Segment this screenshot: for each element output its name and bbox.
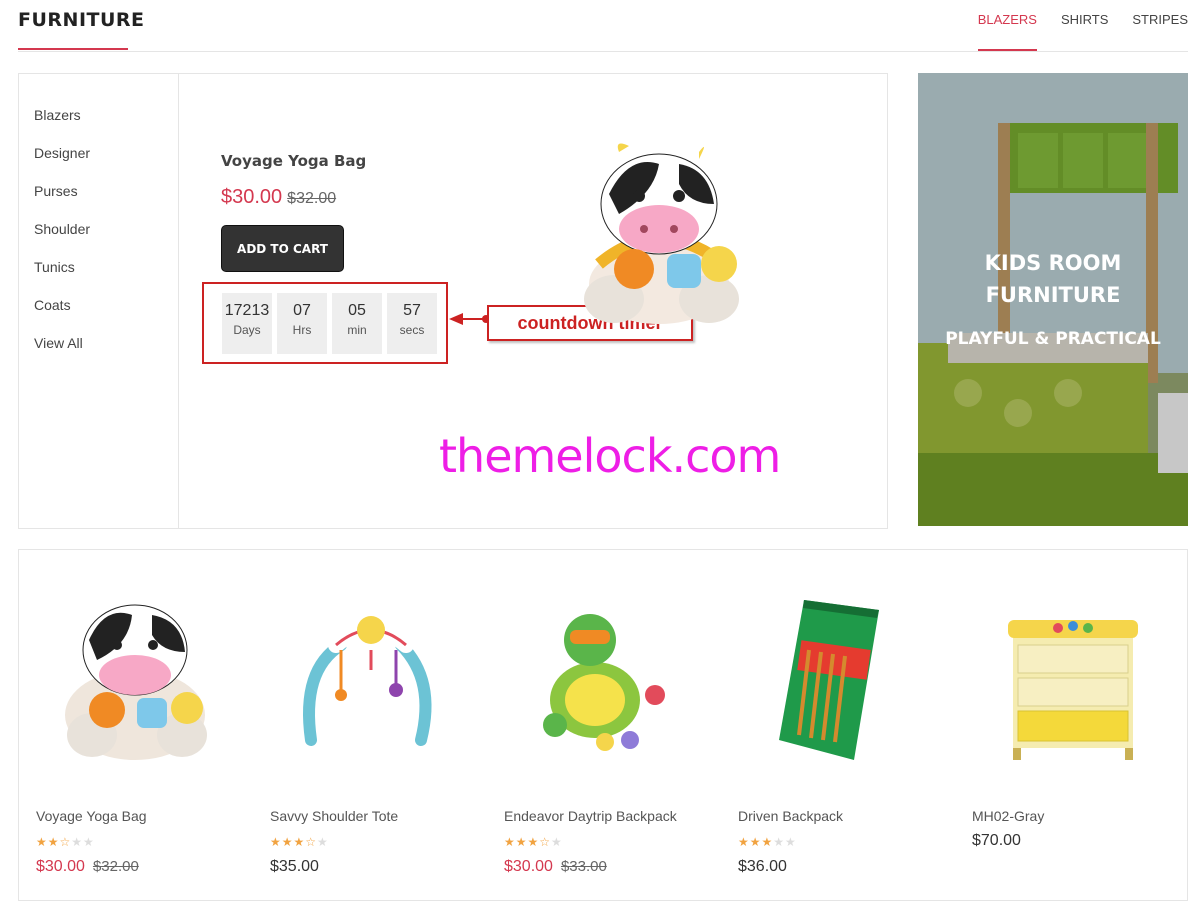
product-image[interactable]: [973, 590, 1169, 770]
product-name[interactable]: Driven Backpack: [738, 808, 843, 824]
product-rating: ★★☆★★: [36, 835, 95, 849]
sidebar-item-designer[interactable]: Designer: [34, 144, 178, 182]
deal-price: $30.00 $32.00: [221, 186, 336, 209]
product-current-price: $35.00: [270, 858, 319, 875]
sidebar-item-view-all[interactable]: View All: [34, 334, 178, 372]
countdown-label: Hrs: [292, 323, 312, 337]
product-old-price: $32.00: [92, 858, 139, 875]
product-card: Savvy Shoulder Tote ★★★☆★ $35.00: [253, 550, 487, 902]
sidebar-item-shoulder[interactable]: Shoulder: [34, 220, 178, 258]
countdown-timer: 17213 Days 07 Hrs 05 min 57 secs: [222, 293, 437, 354]
countdown-value: 05: [348, 302, 366, 319]
tab-shirts[interactable]: SHIRTS: [1061, 12, 1108, 49]
product-current-price: $30.00: [36, 858, 85, 875]
countdown-value: 57: [403, 302, 421, 319]
watermark-text: themelock.com: [439, 429, 781, 483]
product-current-price: $30.00: [504, 858, 553, 875]
product-grid: Voyage Yoga Bag ★★☆★★ $30.00 $32.00 Savv…: [18, 549, 1188, 901]
sidebar-item-blazers[interactable]: Blazers: [34, 106, 178, 144]
countdown-hours: 07 Hrs: [277, 293, 327, 354]
deal-old-price: $32.00: [287, 190, 337, 207]
product-name[interactable]: Endeavor Daytrip Backpack: [504, 808, 677, 824]
product-old-price: $33.00: [560, 858, 607, 875]
countdown-label: secs: [399, 323, 425, 337]
tab-blazers[interactable]: BLAZERS: [977, 12, 1038, 51]
countdown-label: Days: [233, 323, 261, 337]
product-card: Driven Backpack ★★★★★ $36.00: [721, 550, 955, 902]
deal-panel: Blazers Designer Purses Shoulder Tunics …: [18, 73, 888, 529]
product-card: MH02-Gray $70.00: [955, 550, 1189, 902]
countdown-value: 07: [293, 302, 311, 319]
product-current-price: $36.00: [738, 858, 787, 875]
product-rating: ★★★★★: [738, 835, 797, 849]
sidebar-item-tunics[interactable]: Tunics: [34, 258, 178, 296]
title-underline: [18, 48, 128, 50]
countdown-value: 17213: [224, 302, 270, 319]
product-price: $30.00 $32.00: [36, 858, 139, 876]
category-sidebar: Blazers Designer Purses Shoulder Tunics …: [19, 74, 179, 528]
product-image[interactable]: [739, 590, 935, 770]
countdown-minutes: 05 min: [332, 293, 382, 354]
deal-product-image[interactable]: [559, 134, 759, 334]
top-header: FURNITURE BLAZERS SHIRTS STRIPES: [18, 0, 1188, 52]
deal-current-price: $30.00: [221, 186, 283, 208]
product-name[interactable]: Savvy Shoulder Tote: [270, 808, 398, 824]
sidebar-item-coats[interactable]: Coats: [34, 296, 178, 334]
sidebar-item-purses[interactable]: Purses: [34, 182, 178, 220]
banner-subtitle: PLAYFUL & PRACTICAL: [945, 329, 1161, 349]
product-rating: ★★★☆★: [504, 835, 563, 849]
category-tabs: BLAZERS SHIRTS STRIPES: [977, 12, 1188, 51]
deal-product-name[interactable]: Voyage Yoga Bag: [221, 152, 366, 170]
product-price: $36.00: [738, 858, 787, 876]
product-image[interactable]: [505, 590, 701, 770]
section-title: FURNITURE: [18, 9, 145, 31]
product-price: $35.00: [270, 858, 319, 876]
product-price: $70.00: [972, 832, 1021, 850]
product-image[interactable]: [271, 590, 467, 770]
product-name[interactable]: MH02-Gray: [972, 808, 1044, 824]
product-price: $30.00 $33.00: [504, 858, 607, 876]
tab-stripes[interactable]: STRIPES: [1132, 12, 1188, 49]
product-current-price: $70.00: [972, 832, 1021, 849]
product-image[interactable]: [37, 590, 233, 770]
countdown-seconds: 57 secs: [387, 293, 437, 354]
product-rating: ★★★☆★: [270, 835, 329, 849]
banner-title-line2: FURNITURE: [985, 283, 1121, 307]
banner-title-line1: KIDS ROOM: [984, 251, 1122, 275]
product-name[interactable]: Voyage Yoga Bag: [36, 808, 147, 824]
product-card: Endeavor Daytrip Backpack ★★★☆★ $30.00 $…: [487, 550, 721, 902]
add-to-cart-button[interactable]: ADD TO CART: [221, 225, 344, 272]
product-card: Voyage Yoga Bag ★★☆★★ $30.00 $32.00: [19, 550, 253, 902]
countdown-days: 17213 Days: [222, 293, 272, 354]
arrow-left-icon: [449, 313, 490, 325]
kids-room-banner[interactable]: KIDS ROOM FURNITURE PLAYFUL & PRACTICAL: [918, 73, 1188, 526]
countdown-label: min: [347, 323, 367, 337]
countdown-highlight-frame: 17213 Days 07 Hrs 05 min 57 secs: [202, 282, 448, 364]
